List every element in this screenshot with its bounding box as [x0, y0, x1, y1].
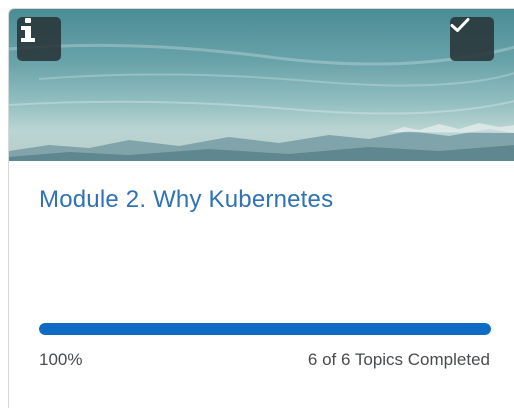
checkmark-icon [450, 18, 470, 32]
info-icon [21, 18, 35, 42]
progress-percent: 100% [39, 350, 83, 369]
topics-completed-count: 6 of 6 Topics Completed [307, 350, 490, 369]
completed-check-button[interactable] [450, 17, 494, 61]
module-banner-image [9, 9, 514, 161]
info-button[interactable] [17, 17, 61, 61]
progress-bar-fill [39, 323, 491, 335]
module-title-link[interactable]: Module 2. Why Kubernetes [39, 186, 333, 214]
sky-mountain-landscape [9, 9, 514, 161]
progress-bar [39, 323, 491, 335]
module-card[interactable]: Module 2. Why Kubernetes 100% 6 of 6 Top… [8, 8, 514, 408]
